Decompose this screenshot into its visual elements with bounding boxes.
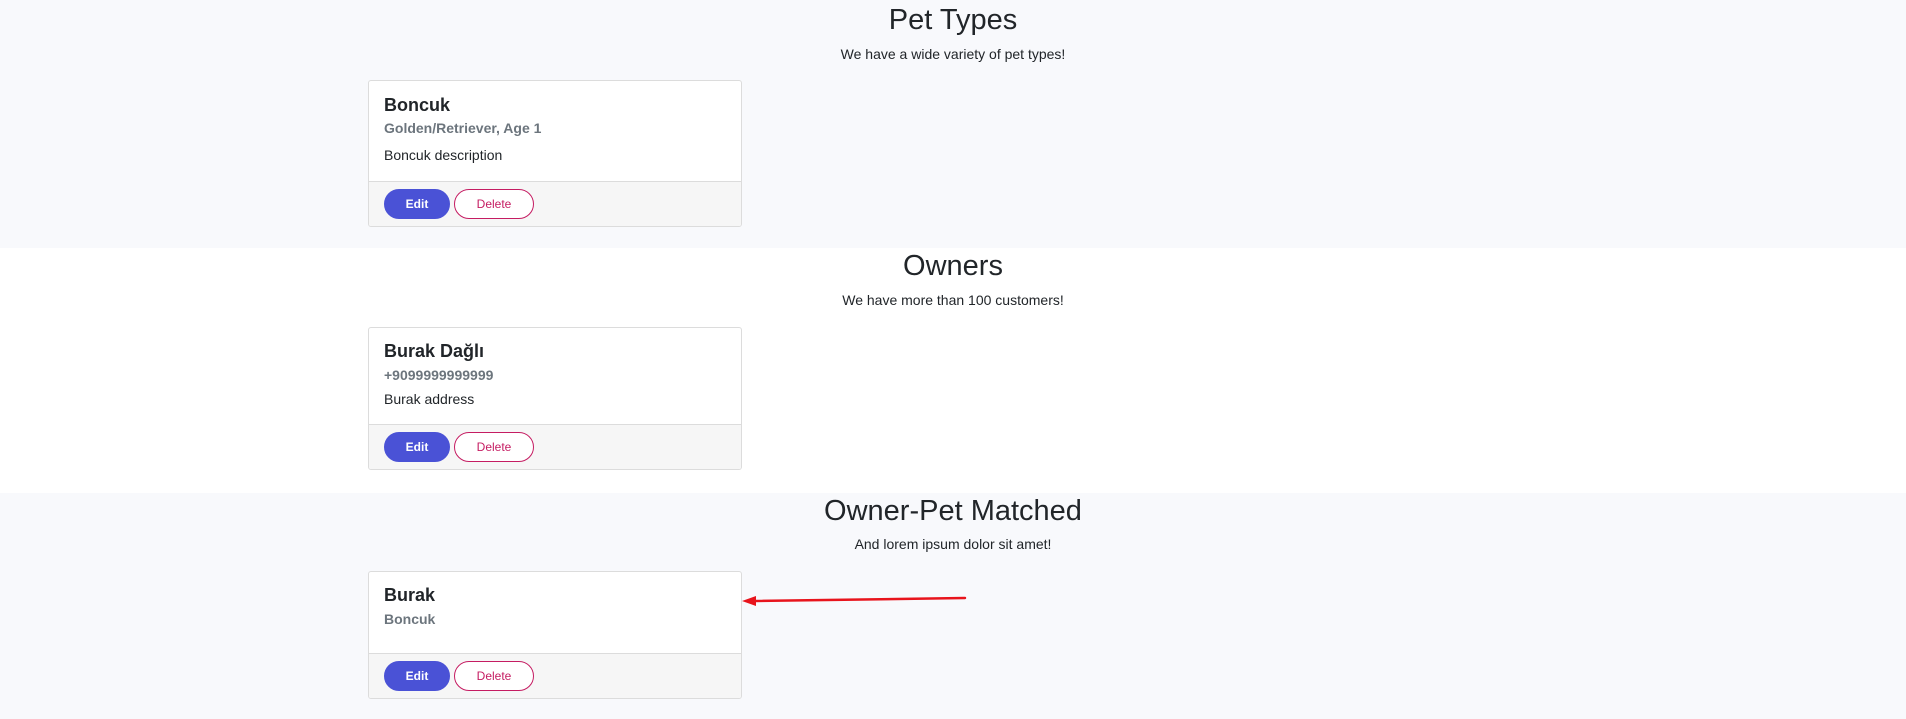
owner-phone: +9099999999999 — [384, 367, 494, 383]
match-pet-name: Boncuk — [384, 611, 436, 627]
section-title: Owner-Pet Matched — [824, 495, 1082, 527]
section-title: Pet Types — [888, 4, 1018, 36]
pet-types-section: Pet Types We have a wide variety of pet … — [0, 0, 1906, 248]
pet-card: Boncuk Golden/Retriever, Age 1 Boncuk de… — [368, 80, 742, 227]
owner-name: Burak Dağlı — [384, 341, 485, 361]
match-card: Burak Boncuk Edit Delete — [368, 571, 742, 699]
edit-button[interactable]: Edit — [384, 189, 450, 219]
card-footer: Edit Delete — [369, 653, 741, 698]
delete-button[interactable]: Delete — [454, 432, 534, 462]
edit-button[interactable]: Edit — [384, 432, 450, 462]
pet-name: Boncuk — [384, 95, 451, 115]
page: Pet Types We have a wide variety of pet … — [0, 0, 1906, 719]
owner-card: Burak Dağlı +9099999999999 Burak address… — [368, 327, 742, 470]
section-subtitle: And lorem ipsum dolor sit amet! — [854, 536, 1052, 552]
pet-breed-age: Golden/Retriever, Age 1 — [384, 120, 542, 136]
owners-section: Owners We have more than 100 customers! … — [0, 248, 1906, 493]
pet-description: Boncuk description — [384, 147, 503, 163]
section-title: Owners — [903, 250, 1003, 282]
card-footer: Edit Delete — [369, 424, 741, 469]
section-subtitle: We have more than 100 customers! — [842, 292, 1064, 308]
section-subtitle: We have a wide variety of pet types! — [840, 46, 1066, 62]
edit-button[interactable]: Edit — [384, 661, 450, 691]
delete-button[interactable]: Delete — [454, 661, 534, 691]
owner-address: Burak address — [384, 391, 475, 407]
delete-button[interactable]: Delete — [454, 189, 534, 219]
match-owner-name: Burak — [384, 585, 436, 605]
card-footer: Edit Delete — [369, 181, 741, 226]
arrow-left-icon — [742, 596, 967, 606]
